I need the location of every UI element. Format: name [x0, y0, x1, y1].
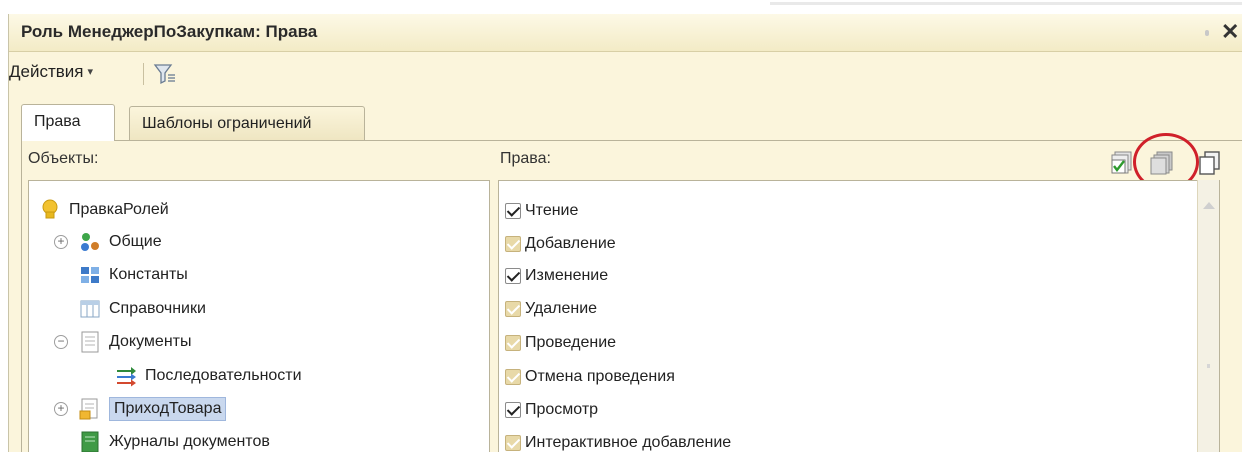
toolbar: Действия ▾ — [9, 53, 1242, 93]
checkbox[interactable] — [505, 369, 521, 385]
tree-item-documents[interactable]: − Документы — [39, 327, 191, 357]
expand-icon[interactable]: + — [54, 235, 68, 249]
checkbox[interactable] — [505, 268, 521, 284]
right-item-add[interactable]: Добавление — [505, 229, 616, 259]
checkbox[interactable] — [505, 203, 521, 219]
actions-menu-button[interactable]: Действия ▾ — [9, 62, 93, 82]
right-label: Добавление — [525, 235, 616, 252]
right-label: Интерактивное добавление — [525, 434, 732, 451]
tree-item-constants[interactable]: Константы — [79, 260, 188, 290]
right-item-edit[interactable]: Изменение — [505, 261, 608, 291]
tree-item-catalogs[interactable]: Справочники — [79, 294, 206, 324]
rights-scrollbar[interactable] — [1197, 180, 1219, 452]
objects-label: Объекты: — [28, 150, 99, 167]
tree-item-sequences[interactable]: Последовательности — [115, 361, 302, 391]
right-label: Отмена проведения — [525, 368, 675, 385]
scroll-up-arrow-icon[interactable] — [1203, 202, 1215, 209]
copy-rights-icon[interactable] — [1196, 150, 1222, 176]
scroll-thumb[interactable] — [1207, 364, 1210, 368]
title-bar: Роль МенеджерПоЗакупкам: Права ✕ — [9, 14, 1242, 52]
toolbar-separator — [143, 63, 144, 85]
right-label: Чтение — [525, 202, 579, 219]
chevron-down-icon: ▾ — [87, 66, 94, 78]
checkbox[interactable] — [505, 236, 521, 252]
tree-item-label: ПравкаРолей — [69, 201, 169, 218]
checkbox[interactable] — [505, 301, 521, 317]
tab-restriction-templates[interactable]: Шаблоны ограничений — [129, 106, 365, 140]
tab-rights[interactable]: Права — [21, 104, 115, 141]
pin-icon[interactable] — [1205, 30, 1209, 36]
tree-item-label: Константы — [109, 266, 188, 283]
tree-item-label: Журналы документов — [109, 433, 270, 450]
window-title: Роль МенеджерПоЗакупкам: Права — [21, 22, 318, 41]
set-all-rights-icon[interactable] — [1108, 150, 1134, 176]
right-item-posting[interactable]: Проведение — [505, 328, 616, 358]
actions-label: Действия — [9, 62, 84, 81]
checkbox[interactable] — [505, 435, 521, 451]
close-button[interactable]: ✕ — [1221, 19, 1239, 45]
objects-tree[interactable]: ПравкаРолей + Общие Константы Справочник… — [28, 180, 490, 452]
tree-item-label: Документы — [109, 333, 192, 350]
expand-icon[interactable]: + — [54, 402, 68, 416]
tree-item-journals[interactable]: Журналы документов — [79, 427, 270, 452]
rights-label: Права: — [500, 150, 551, 167]
tree-item-pravka-roley[interactable]: ПравкаРолей — [39, 195, 169, 225]
tree-item-prikhod-tovara[interactable]: + ПриходТовара — [39, 394, 227, 424]
checkbox[interactable] — [505, 402, 521, 418]
document-item-icon — [79, 398, 98, 420]
collapse-icon[interactable]: − — [54, 335, 68, 349]
sequences-icon — [117, 367, 136, 387]
right-label: Изменение — [525, 267, 609, 284]
documents-icon — [81, 331, 99, 353]
right-label: Проведение — [525, 334, 617, 351]
filter-icon[interactable] — [152, 61, 178, 87]
right-item-read[interactable]: Чтение — [505, 196, 578, 226]
right-item-view[interactable]: Просмотр — [505, 395, 598, 425]
rights-list[interactable]: Чтение Добавление Изменение Удаление Про… — [498, 180, 1220, 452]
constants-icon — [81, 267, 99, 283]
right-item-delete[interactable]: Удаление — [505, 294, 597, 324]
tree-item-label: ПриходТовара — [109, 397, 227, 421]
right-item-interactive-add[interactable]: Интерактивное добавление — [505, 428, 731, 452]
common-objects-icon — [81, 233, 99, 251]
tree-item-label: Справочники — [109, 300, 206, 317]
tree-item-label: Последовательности — [145, 367, 302, 384]
right-label: Удаление — [525, 300, 598, 317]
tree-item-common[interactable]: + Общие — [39, 227, 162, 257]
key-icon — [42, 199, 58, 219]
tree-item-label: Общие — [109, 233, 162, 250]
right-label: Просмотр — [525, 401, 599, 418]
right-item-undo-posting[interactable]: Отмена проведения — [505, 362, 675, 392]
checkbox[interactable] — [505, 335, 521, 351]
top-strip — [0, 0, 1242, 14]
top-strip-line — [770, 2, 1242, 5]
journals-icon — [81, 431, 99, 452]
catalogs-icon — [80, 300, 100, 318]
